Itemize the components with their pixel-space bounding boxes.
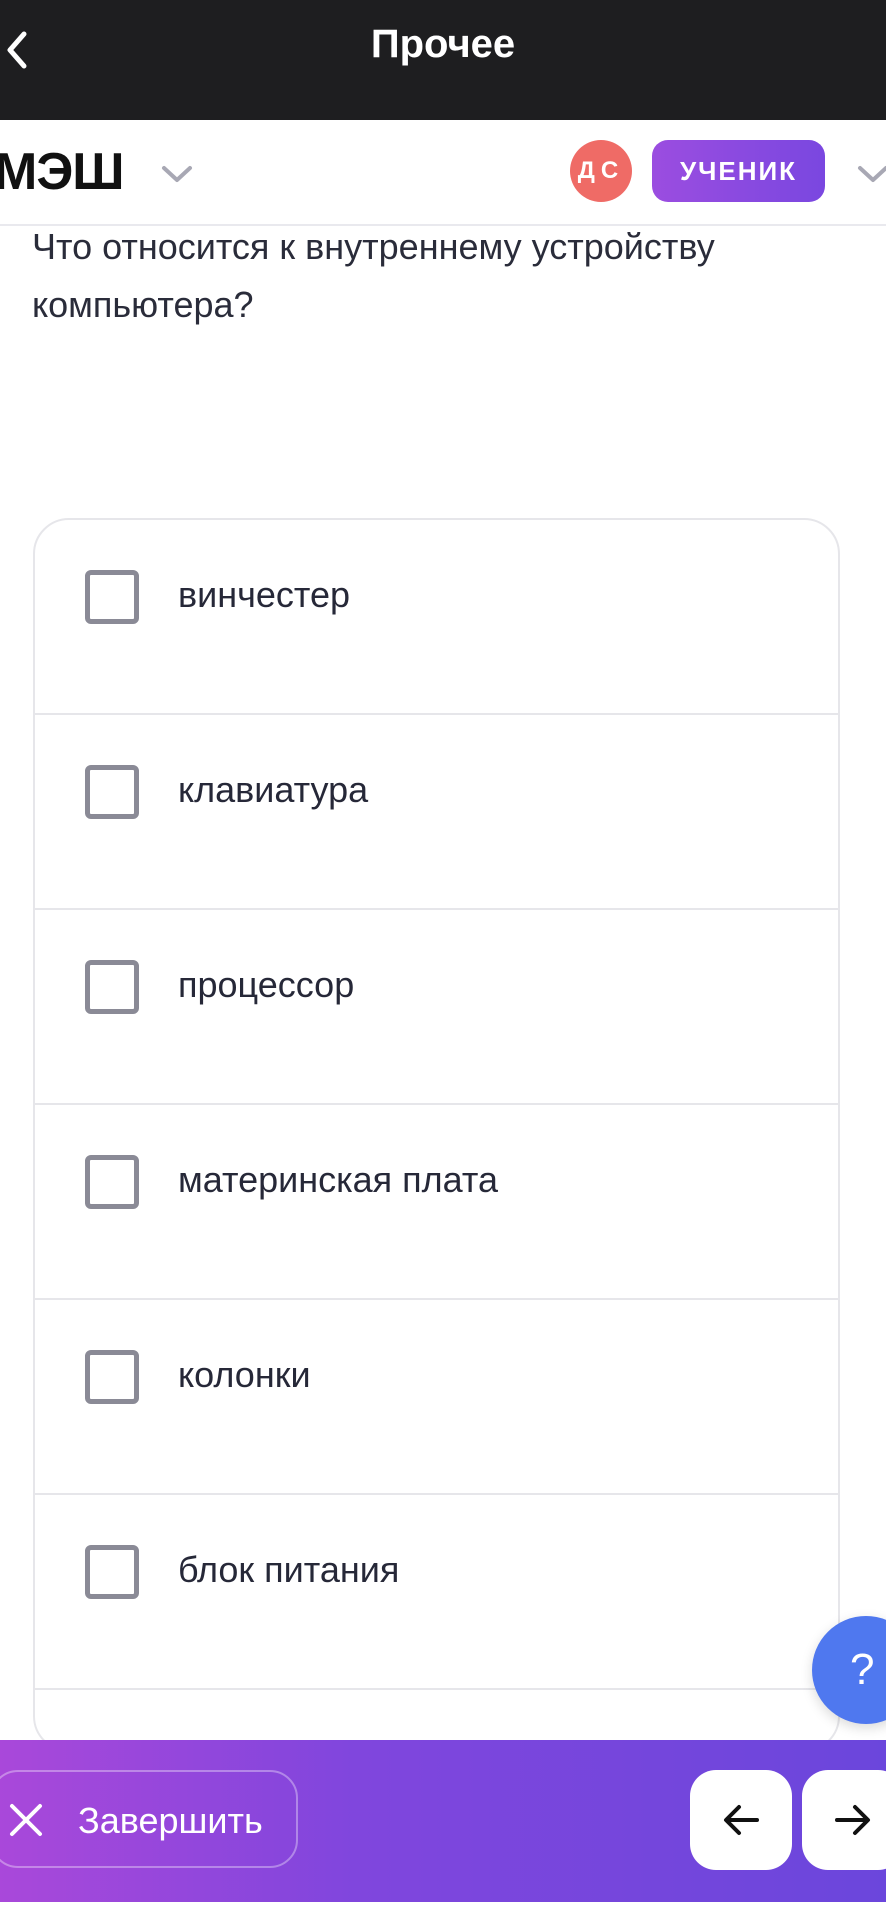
page-title: Прочее [370, 22, 516, 66]
chevron-down-icon[interactable] [856, 162, 886, 186]
arrow-right-icon [835, 1805, 870, 1835]
option-label: материнская плата [178, 1159, 498, 1200]
checkbox[interactable] [85, 960, 139, 1014]
arrow-left-icon [724, 1805, 759, 1835]
bottom-safe-area [0, 1902, 886, 1920]
app-topbar: Прочее [0, 0, 886, 120]
answer-option[interactable]: материнская плата [35, 1105, 838, 1300]
option-label: блок питания [178, 1549, 400, 1590]
checkbox[interactable] [85, 1545, 139, 1599]
bottom-action-bar: Завершить [0, 1740, 886, 1902]
question-text: Что относится к внутреннему устройству к… [32, 226, 715, 325]
option-label: колонки [178, 1354, 311, 1395]
checkbox[interactable] [85, 765, 139, 819]
role-badge[interactable]: УЧЕНИК [652, 140, 825, 202]
close-icon [10, 1804, 42, 1836]
option-label: винчестер [178, 574, 351, 615]
avatar[interactable]: ДС [570, 140, 632, 202]
answer-option[interactable]: колонки [35, 1300, 838, 1495]
checkbox[interactable] [85, 570, 139, 624]
checkbox[interactable] [85, 1350, 139, 1404]
option-label: процессор [178, 964, 355, 1005]
checkbox[interactable] [85, 1155, 139, 1209]
option-label: клавиатура [178, 769, 369, 810]
finish-button[interactable]: Завершить [0, 1770, 298, 1868]
next-question-button[interactable] [802, 1770, 886, 1870]
answer-option[interactable]: блок питания [35, 1495, 838, 1690]
previous-question-button[interactable] [690, 1770, 792, 1870]
answer-option[interactable]: клавиатура [35, 715, 838, 910]
site-header: МЭШ ДС УЧЕНИК [0, 120, 886, 226]
answer-option[interactable]: процессор [35, 910, 838, 1105]
finish-label: Завершить [78, 1800, 263, 1841]
mesh-logo[interactable]: МЭШ [0, 142, 125, 202]
answer-options: винчестер клавиатура процессор материнск… [33, 518, 840, 1752]
chevron-down-icon[interactable] [160, 162, 194, 186]
question-mark-icon: ? [850, 1645, 875, 1694]
answer-option[interactable]: винчестер [35, 520, 838, 715]
